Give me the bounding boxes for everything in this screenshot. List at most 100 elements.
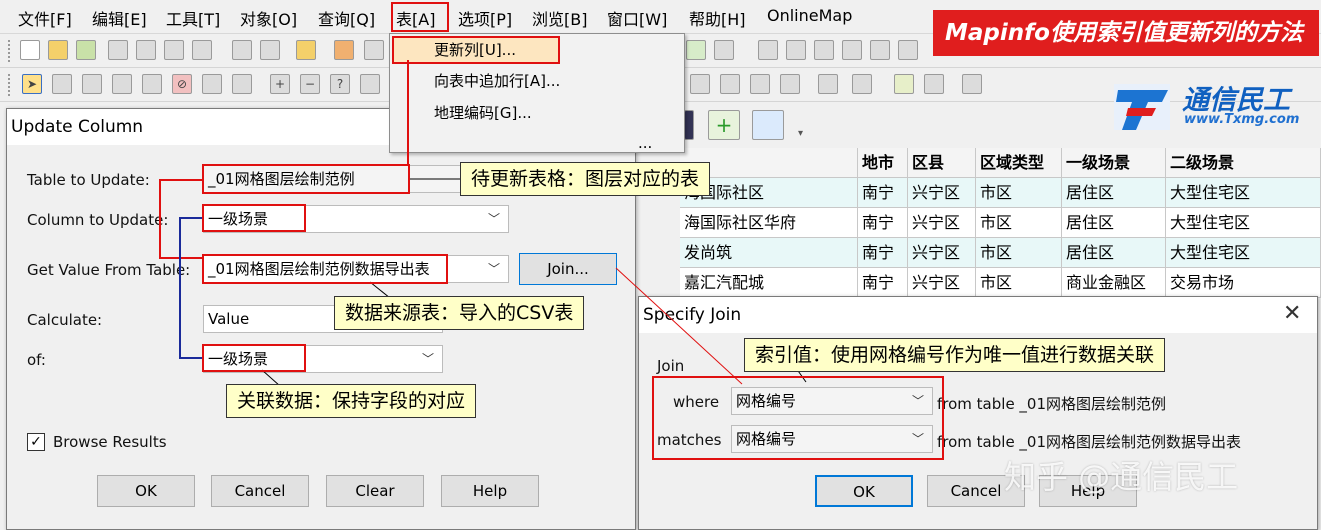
radius-select-icon[interactable]: [82, 74, 102, 94]
table-cell[interactable]: 海国际社区华府: [680, 208, 858, 238]
table-cell[interactable]: 兴宁区: [908, 238, 976, 268]
ruler-icon[interactable]: [750, 74, 770, 94]
header-cell-scene2[interactable]: 二级场景: [1166, 148, 1321, 178]
invert-selection-icon[interactable]: [202, 74, 222, 94]
menu-item-geocode[interactable]: 地理编码[G]...: [434, 102, 532, 123]
table-cell[interactable]: 南宁: [858, 238, 908, 268]
statistics-icon[interactable]: [852, 74, 872, 94]
reshape-icon[interactable]: [758, 40, 778, 60]
table-cell[interactable]: 大型住宅区: [1166, 208, 1321, 238]
polyline-icon[interactable]: [814, 40, 834, 60]
legend-icon[interactable]: [818, 74, 838, 94]
cut-icon[interactable]: [232, 40, 252, 60]
open-workspace-icon[interactable]: [76, 40, 96, 60]
calculate-label: Calculate:: [27, 311, 103, 329]
menu-options[interactable]: 选项[P]: [458, 6, 512, 30]
menu-browse[interactable]: 浏览[B]: [532, 6, 587, 30]
copy-icon[interactable]: [260, 40, 280, 60]
menu-item-more[interactable]: ...: [638, 134, 652, 152]
menu-item-update-column[interactable]: 更新列[U]...: [434, 39, 516, 60]
menu-edit[interactable]: 编辑[E]: [92, 6, 147, 30]
polygon-icon[interactable]: [870, 40, 890, 60]
graph-select-icon[interactable]: [232, 74, 252, 94]
table-cell[interactable]: 南宁: [858, 208, 908, 238]
drag-window-icon[interactable]: [720, 74, 740, 94]
ellipse-icon[interactable]: [898, 40, 918, 60]
table-cell[interactable]: 大型住宅区: [1166, 178, 1321, 208]
layer-control-icon[interactable]: [780, 74, 800, 94]
info-icon[interactable]: ?: [330, 74, 350, 94]
close-icon[interactable]: ✕: [1283, 303, 1301, 325]
chevron-down-icon[interactable]: ﹀: [422, 346, 434, 372]
save-icon[interactable]: [108, 40, 128, 60]
table-cell[interactable]: 南宁: [858, 268, 908, 298]
tool-manager-icon[interactable]: [894, 74, 914, 94]
ok-button[interactable]: OK: [815, 475, 913, 507]
menu-file[interactable]: 文件[F]: [18, 6, 72, 30]
menu-onlinemap[interactable]: OnlineMap: [767, 6, 852, 25]
export-icon[interactable]: [192, 40, 212, 60]
menu-item-append-rows[interactable]: 向表中追加行[A]...: [434, 70, 560, 91]
save-copy-icon[interactable]: [136, 40, 156, 60]
browse-results-checkbox[interactable]: ✓: [27, 433, 45, 451]
table-cell[interactable]: 嘉汇汽配城: [680, 268, 858, 298]
grid-view-icon[interactable]: [752, 110, 784, 140]
add-row-icon[interactable]: +: [708, 110, 740, 140]
grabber-hand-icon[interactable]: [360, 74, 380, 94]
help-button[interactable]: Help: [441, 475, 539, 507]
join-button[interactable]: Join...: [519, 253, 617, 285]
table-cell[interactable]: 市区: [976, 268, 1062, 298]
menu-objects[interactable]: 对象[O]: [240, 6, 297, 30]
table-cell[interactable]: 兴宁区: [908, 208, 976, 238]
zoom-in-icon[interactable]: +: [270, 74, 290, 94]
new-browser-icon[interactable]: [714, 40, 734, 60]
menu-query[interactable]: 查询[Q]: [318, 6, 375, 30]
print-icon[interactable]: [364, 40, 384, 60]
unselect-all-icon[interactable]: ⊘: [172, 74, 192, 94]
paste-icon[interactable]: [296, 40, 316, 60]
table-cell[interactable]: 市区: [976, 238, 1062, 268]
web-services-icon[interactable]: [962, 74, 982, 94]
header-cell-scene1[interactable]: 一级场景: [1062, 148, 1166, 178]
title-banner: Mapinfo使用索引值更新列的方法: [933, 10, 1319, 56]
table-cell[interactable]: 南宁: [858, 178, 908, 208]
table-cell[interactable]: 居住区: [1062, 238, 1166, 268]
ok-button[interactable]: OK: [97, 475, 195, 507]
table-cell[interactable]: 商业金融区: [1062, 268, 1166, 298]
table-cell[interactable]: 发尚筑: [680, 238, 858, 268]
table-cell[interactable]: 兴宁区: [908, 178, 976, 208]
zoom-out-icon[interactable]: −: [300, 74, 320, 94]
marquee-select-icon[interactable]: [52, 74, 72, 94]
new-document-icon[interactable]: [20, 40, 40, 60]
table-cell[interactable]: 交易市场: [1166, 268, 1321, 298]
chevron-down-icon[interactable]: ﹀: [488, 256, 500, 282]
menu-help[interactable]: 帮助[H]: [689, 6, 746, 30]
menu-window[interactable]: 窗口[W]: [607, 6, 667, 30]
label-icon[interactable]: [690, 74, 710, 94]
line-icon[interactable]: [786, 40, 806, 60]
header-cell-city[interactable]: 地市: [858, 148, 908, 178]
undo-icon[interactable]: [334, 40, 354, 60]
table-cell[interactable]: 市区: [976, 208, 1062, 238]
run-program-icon[interactable]: [924, 74, 944, 94]
boundary-select-icon[interactable]: [142, 74, 162, 94]
toolbar-overflow-chevron-icon[interactable]: ▾: [798, 128, 803, 139]
table-cell[interactable]: 居住区: [1062, 178, 1166, 208]
table-cell[interactable]: 兴宁区: [908, 268, 976, 298]
polygon-select-icon[interactable]: [112, 74, 132, 94]
select-arrow-icon[interactable]: ➤: [22, 74, 42, 94]
new-mapper-icon[interactable]: [686, 40, 706, 60]
header-cell-county[interactable]: 区县: [908, 148, 976, 178]
save-workspace-icon[interactable]: [164, 40, 184, 60]
arc-icon[interactable]: [842, 40, 862, 60]
open-folder-icon[interactable]: [48, 40, 68, 60]
chevron-down-icon[interactable]: ﹀: [488, 206, 500, 232]
clear-button[interactable]: Clear: [326, 475, 424, 507]
table-cell[interactable]: 大型住宅区: [1166, 238, 1321, 268]
cancel-button[interactable]: Cancel: [211, 475, 309, 507]
header-cell-area-type[interactable]: 区域类型: [976, 148, 1062, 178]
table-to-update-highlight-box: [202, 164, 410, 194]
table-cell[interactable]: 居住区: [1062, 208, 1166, 238]
table-cell[interactable]: 市区: [976, 178, 1062, 208]
menu-tools[interactable]: 工具[T]: [166, 6, 220, 30]
